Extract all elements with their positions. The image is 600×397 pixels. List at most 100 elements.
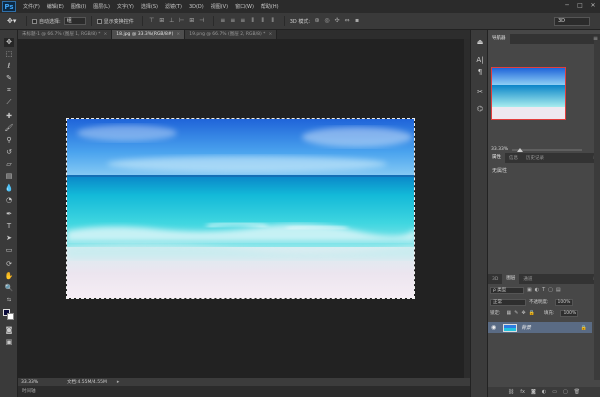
new-group-icon[interactable]: ▭ [552, 389, 557, 395]
menu-file[interactable]: 文件(F) [23, 3, 40, 10]
tab-document-3[interactable]: 19.png @ 66.7% (图层 2, RGB/8) * × [185, 30, 278, 39]
background-color-swatch[interactable] [7, 313, 14, 320]
filter-pixel-icon[interactable]: ▣ [527, 287, 532, 293]
crop-tool-icon[interactable]: ⌗ [4, 86, 14, 95]
history-brush-tool-icon[interactable]: ↺ [4, 148, 14, 157]
distribute-top-icon[interactable]: ≡ [219, 17, 227, 25]
menu-select[interactable]: 选择(S) [141, 3, 158, 10]
align-hcenter-icon[interactable]: ⊞ [188, 17, 196, 25]
panels-scrollbar[interactable] [594, 40, 600, 380]
menu-type[interactable]: 文字(Y) [117, 3, 134, 10]
menu-3d[interactable]: 3D(D) [189, 4, 204, 10]
pan-3d-icon[interactable]: ✣ [333, 17, 341, 25]
auto-select-dropdown[interactable]: 组 [63, 17, 86, 25]
3d-rotate-tool-icon[interactable]: ⟳ [4, 260, 14, 269]
gradient-tool-icon[interactable]: ▤ [4, 172, 14, 181]
canvas-area[interactable] [18, 39, 470, 378]
layer-kind-filter[interactable]: ρ 类型 [490, 286, 524, 294]
tab-navigator[interactable]: 导航器 [488, 34, 510, 44]
new-layer-icon[interactable]: ▢ [563, 389, 568, 395]
zoom-tool-icon[interactable]: 🔍 [4, 284, 14, 293]
tab-info[interactable]: 信息 [505, 155, 522, 161]
filter-shape-icon[interactable]: ▢ [548, 287, 553, 293]
quick-mask-icon[interactable]: ◙ [4, 326, 14, 335]
blur-tool-icon[interactable]: 💧 [4, 184, 14, 193]
blend-mode-dropdown[interactable]: 正常 [490, 298, 526, 306]
close-icon[interactable]: × [104, 32, 108, 37]
lock-paint-icon[interactable]: ✎ [514, 310, 518, 316]
filter-type-icon[interactable]: T [542, 287, 545, 293]
menu-image[interactable]: 图像(I) [71, 3, 86, 10]
lock-all-icon[interactable]: 🔒 [529, 310, 535, 316]
close-icon[interactable]: × [268, 32, 272, 37]
pen-tool-icon[interactable]: ✒ [4, 210, 14, 219]
link-layers-icon[interactable]: ⛓ [508, 389, 514, 395]
hand-tool-icon[interactable]: ✋ [4, 272, 14, 281]
tab-3d[interactable]: 3D [488, 277, 502, 282]
maximize-button[interactable]: □ [575, 2, 585, 10]
layer-row[interactable]: ◉ 背景 🔒 [488, 322, 592, 333]
swap-colors-icon[interactable]: ⇆ [4, 296, 14, 305]
menu-window[interactable]: 窗口(W) [235, 3, 254, 10]
tab-document-2[interactable]: 18.jpg @ 33.3%(RGB/8#) × [112, 30, 186, 39]
workspace-dropdown[interactable]: 3D [554, 17, 590, 26]
opacity-field[interactable]: 100% [554, 298, 573, 306]
menu-edit[interactable]: 编辑(E) [47, 3, 64, 10]
tab-properties[interactable]: 属性 [488, 153, 505, 163]
menu-help[interactable]: 帮助(H) [261, 3, 279, 10]
quick-select-tool-icon[interactable]: ✎ [4, 74, 14, 83]
zoom-level[interactable]: 33.33% [21, 380, 51, 385]
navigator-thumbnail[interactable] [491, 67, 566, 120]
menu-view[interactable]: 视图(V) [211, 3, 228, 10]
distribute-right-icon[interactable]: ⫴ [269, 17, 277, 25]
dodge-tool-icon[interactable]: ◔ [4, 196, 14, 205]
filter-adjustment-icon[interactable]: ◐ [535, 287, 539, 293]
move-tool-icon[interactable]: ✥ [4, 38, 14, 47]
menu-layer[interactable]: 图层(L) [93, 3, 110, 10]
slide-3d-icon[interactable]: ⇔ [343, 17, 351, 25]
navigator-zoom[interactable]: 33.33% [491, 147, 508, 152]
lasso-tool-icon[interactable]: ℓ [4, 62, 14, 71]
tab-document-1[interactable]: 未标题-1 @ 66.7% (图层 1, RGB/8) * × [18, 30, 113, 39]
menu-filter[interactable]: 滤镜(T) [165, 3, 182, 10]
timeline-label[interactable]: 时间轴 [22, 388, 36, 394]
fill-field[interactable]: 100% [560, 309, 579, 317]
distribute-left-icon[interactable]: ⫴ [249, 17, 257, 25]
marquee-tool-icon[interactable]: ⬚ [4, 50, 14, 59]
add-mask-icon[interactable]: ◙ [531, 389, 536, 395]
eraser-tool-icon[interactable]: ▱ [4, 160, 14, 169]
move-tool-preset-icon[interactable]: ✥▾ [7, 16, 21, 26]
close-button[interactable]: ✕ [588, 2, 598, 10]
paragraph-panel-icon[interactable]: ¶ [475, 68, 485, 77]
align-top-icon[interactable]: ⊤ [148, 17, 156, 25]
healing-brush-tool-icon[interactable]: ✚ [4, 112, 14, 121]
roll-3d-icon[interactable]: ◎ [323, 17, 331, 25]
distribute-bottom-icon[interactable]: ≡ [239, 17, 247, 25]
close-icon[interactable]: × [176, 32, 180, 37]
3d-panel-icon[interactable]: ⌬ [475, 105, 485, 114]
tab-layers[interactable]: 图层 [502, 274, 520, 284]
align-right-icon[interactable]: ⊣ [198, 17, 206, 25]
filter-smart-icon[interactable]: ▤ [556, 287, 561, 293]
eyedropper-tool-icon[interactable]: ⟋ [4, 98, 14, 107]
path-select-tool-icon[interactable]: ➤ [4, 234, 14, 243]
lock-position-icon[interactable]: ✥ [521, 310, 525, 316]
lock-pixels-icon[interactable]: ▦ [507, 310, 512, 316]
history-panel-icon[interactable]: ⏏ [475, 38, 485, 47]
tool-presets-icon[interactable]: ✂ [475, 88, 485, 97]
align-vcenter-icon[interactable]: ⊞ [158, 17, 166, 25]
screen-mode-icon[interactable]: ▣ [4, 338, 14, 347]
distribute-hcenter-icon[interactable]: ⫴ [259, 17, 267, 25]
navigator-zoom-slider[interactable] [510, 148, 590, 152]
shape-tool-icon[interactable]: ▭ [4, 246, 14, 255]
orbit-3d-icon[interactable]: ⊛ [313, 17, 321, 25]
scale-3d-icon[interactable]: ▪ [353, 17, 361, 25]
brush-tool-icon[interactable]: 🖌 [4, 124, 14, 133]
status-menu-icon[interactable]: ▸ [117, 379, 120, 385]
type-tool-icon[interactable]: T [4, 222, 14, 231]
show-transform-checkbox[interactable] [96, 18, 102, 24]
tab-channels[interactable]: 通道 [519, 276, 536, 282]
document-image[interactable] [66, 118, 415, 299]
tab-history[interactable]: 历史记录 [522, 155, 548, 161]
align-left-icon[interactable]: ⊢ [178, 17, 186, 25]
